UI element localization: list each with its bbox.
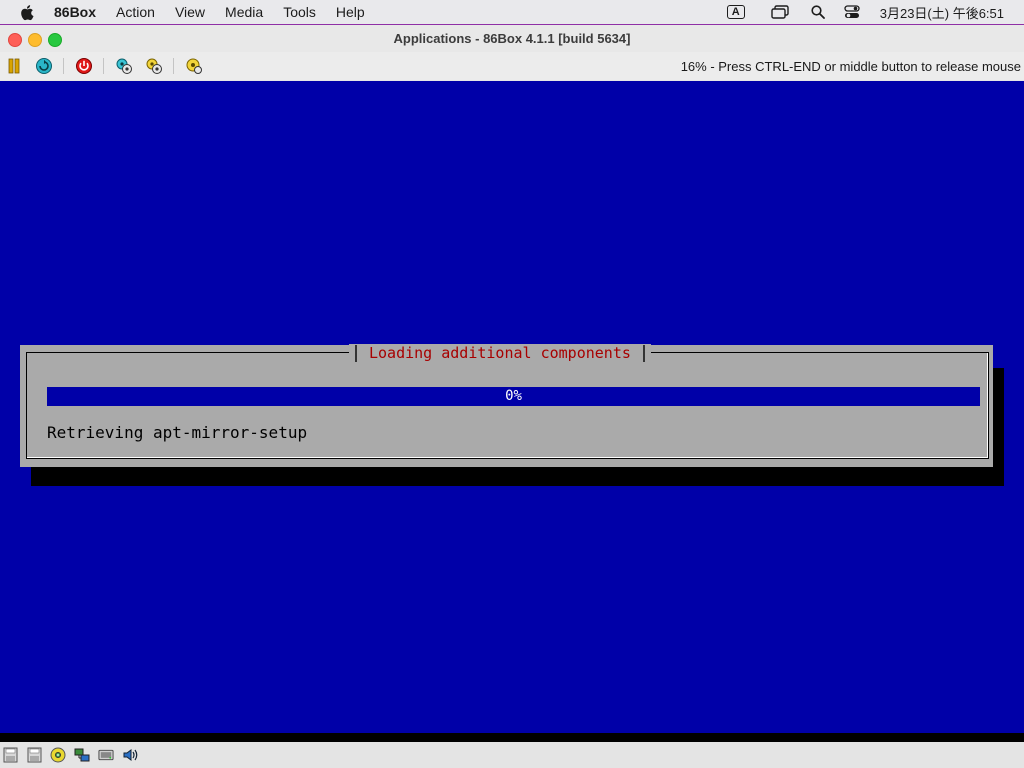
pause-icon[interactable] bbox=[5, 57, 23, 75]
sound-icon[interactable] bbox=[122, 747, 138, 763]
hard-disk-icon[interactable] bbox=[98, 747, 114, 763]
menu-bar: 86Box Action View Media Tools Help A 3月2… bbox=[0, 0, 1024, 24]
mouse-capture-status: 16% - Press CTRL-END or middle button to… bbox=[680, 59, 1021, 74]
menu-tools[interactable]: Tools bbox=[273, 0, 326, 24]
floppy-a-icon[interactable] bbox=[2, 747, 18, 763]
input-source-icon[interactable]: A bbox=[726, 4, 746, 20]
dialog-title: Loading additional components bbox=[369, 344, 631, 362]
control-center-icon[interactable] bbox=[842, 4, 862, 20]
network-icon[interactable] bbox=[74, 747, 90, 763]
cdrom-icon[interactable] bbox=[50, 747, 66, 763]
close-window-button[interactable] bbox=[8, 33, 22, 47]
menu-media[interactable]: Media bbox=[215, 0, 273, 24]
input-source-label: A bbox=[726, 5, 745, 19]
menu-help[interactable]: Help bbox=[326, 0, 375, 24]
ctrl-alt-del-icon[interactable] bbox=[35, 57, 53, 75]
minimize-window-button[interactable] bbox=[28, 33, 42, 47]
take-screenshot-icon[interactable] bbox=[145, 57, 163, 75]
apple-menu-icon[interactable] bbox=[0, 4, 52, 21]
screen-bottom-border bbox=[0, 733, 1024, 742]
menu-app-name[interactable]: 86Box bbox=[52, 0, 106, 24]
dialog-title-bar: Loading additional components bbox=[349, 344, 651, 362]
menu-action[interactable]: Action bbox=[106, 0, 165, 24]
menu-view[interactable]: View bbox=[165, 0, 215, 24]
spotlight-search-icon[interactable] bbox=[808, 4, 828, 20]
toolbar: 16% - Press CTRL-END or middle button to… bbox=[0, 52, 1024, 80]
sound-gain-icon[interactable] bbox=[185, 57, 203, 75]
settings-icon[interactable] bbox=[115, 57, 133, 75]
progress-bar: 0% bbox=[47, 387, 980, 406]
menubar-clock[interactable]: 3月23日(土) 午後6:51 bbox=[880, 3, 1004, 22]
zoom-window-button[interactable] bbox=[48, 33, 62, 47]
loading-dialog: Loading additional components 0% Retriev… bbox=[20, 344, 993, 467]
status-bar bbox=[0, 742, 1024, 768]
window-title: Applications - 86Box 4.1.1 [build 5634] bbox=[393, 31, 631, 46]
dialog-frame: Loading additional components 0% Retriev… bbox=[26, 344, 989, 459]
progress-percent: 0% bbox=[505, 388, 522, 404]
window-titlebar: Applications - 86Box 4.1.1 [build 5634] bbox=[0, 25, 1024, 52]
progress-message: Retrieving apt-mirror-setup bbox=[47, 423, 308, 442]
emulator-screen[interactable]: Loading additional components 0% Retriev… bbox=[0, 81, 1024, 733]
window-switcher-icon[interactable] bbox=[770, 4, 790, 20]
floppy-b-icon[interactable] bbox=[26, 747, 42, 763]
hard-reset-icon[interactable] bbox=[75, 57, 93, 75]
